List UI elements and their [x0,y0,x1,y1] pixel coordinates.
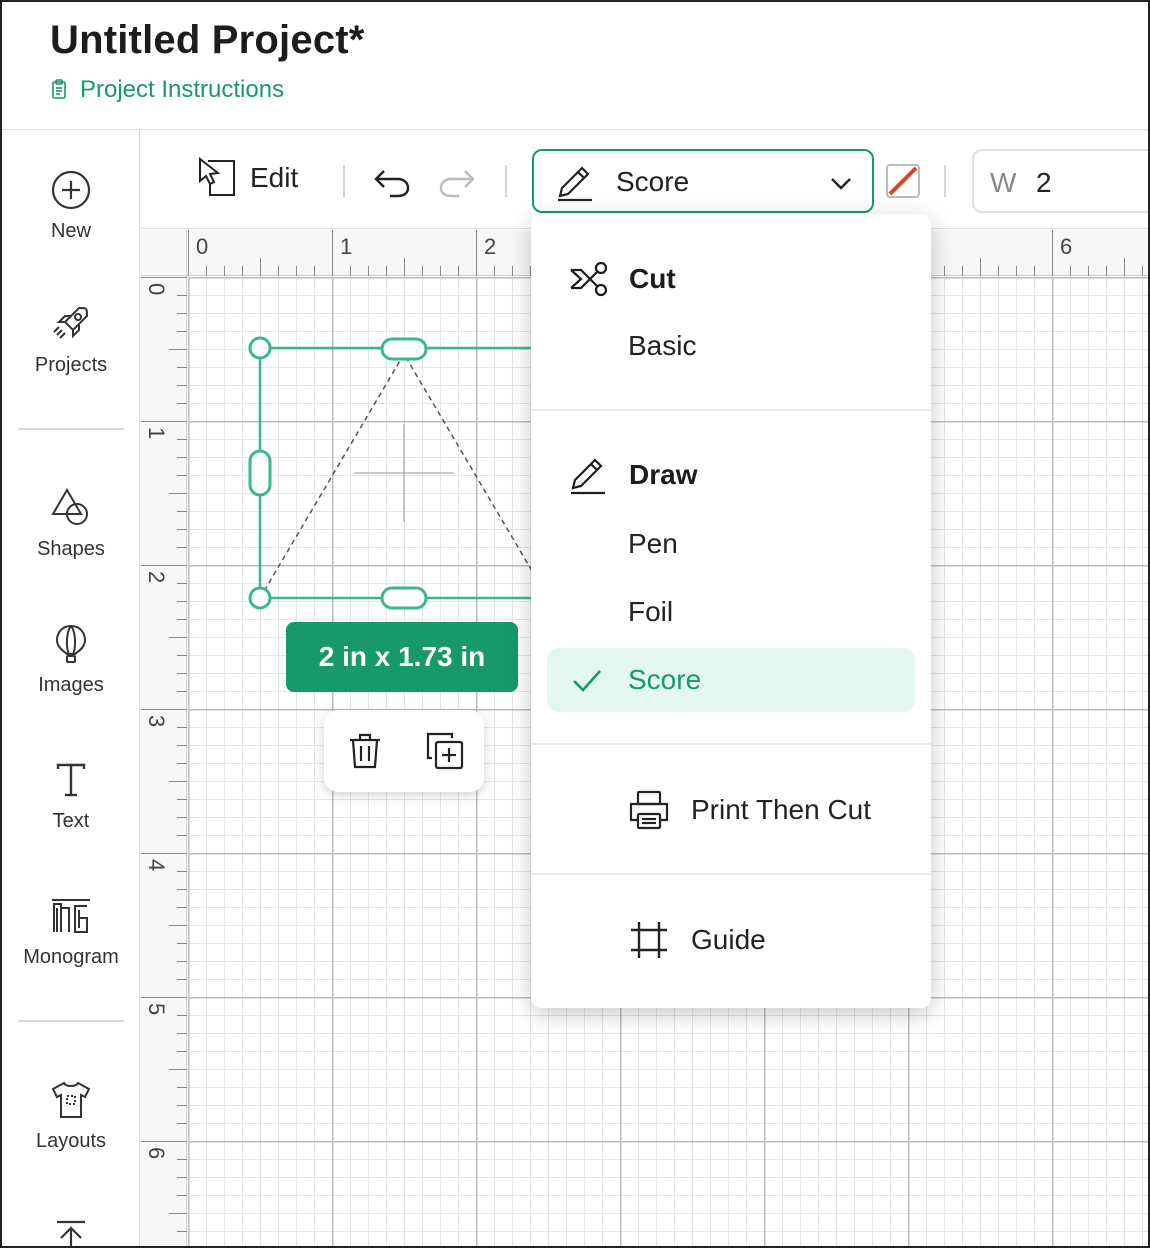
redo-icon[interactable] [437,161,477,201]
ruler-left-number: 0 [144,283,169,296]
sidebar-item-label: New [50,220,91,242]
operation-option-pen[interactable]: Pen [547,512,915,576]
sidebar-item-label: Monogram [23,946,119,968]
operation-dropdown: Cut Basic Draw Pen Foil Score Print Then… [531,214,931,1008]
sidebar-item-shapes[interactable]: Shapes [2,486,140,561]
operation-select[interactable]: Score [532,149,874,213]
app-window: Untitled Project* Project Instructions N… [0,0,1150,1248]
option-label: Basic [628,330,697,361]
dimensions-badge: 2 in x 1.73 in [286,622,518,692]
pen-icon [571,458,605,495]
width-value: 2 [1036,167,1052,198]
balloon-icon [55,624,87,663]
option-label: Guide [691,924,766,955]
operation-option-guide[interactable]: Guide [627,918,766,962]
ruler-top-number: 1 [340,234,353,259]
option-label: Print Then Cut [691,794,872,825]
sidebar-item-label: Projects [34,354,108,376]
ruler-left-number: 4 [144,859,169,872]
ruler-left: 0 1 2 3 4 5 6 [141,230,187,1246]
monogram-icon [52,899,90,933]
crop-guide-icon [631,922,667,958]
undo-icon[interactable] [372,161,412,201]
operation-value: Score [616,166,690,197]
sidebar-divider [18,1020,124,1022]
sidebar-item-layouts[interactable]: Layouts [2,1078,140,1153]
toolbar-separator [343,165,345,197]
plus-circle-icon [51,170,91,210]
left-sidebar: New Projects Shapes Images Text Monogram… [2,130,140,1246]
project-instructions-label: Project Instructions [80,76,285,103]
pen-icon [558,166,592,202]
tshirt-icon [51,1081,91,1118]
shapes-icon [51,488,88,525]
option-label: Pen [628,528,678,559]
ruler-left-number: 3 [144,715,169,728]
ruler-top-number: 0 [196,234,209,259]
sidebar-item-label: Images [38,674,104,696]
scissors-icon [570,261,608,297]
project-instructions-link[interactable]: Project Instructions [50,76,284,104]
trash-icon[interactable] [344,730,386,772]
upload-icon [57,1220,85,1246]
toolbar-separator [944,165,946,197]
menu-divider [531,743,931,745]
object-actions [324,710,484,792]
draw-group-heading: Draw [567,454,697,496]
sidebar-item-label: Text [52,810,90,832]
text-icon [56,763,86,797]
duplicate-icon[interactable] [424,730,466,772]
chevron-down-icon [831,178,851,190]
ruler-left-number: 1 [144,427,169,440]
sidebar-item-new[interactable]: New [2,168,140,243]
draw-heading-label: Draw [629,459,698,490]
toolbar-separator [505,165,507,197]
operation-option-foil[interactable]: Foil [547,580,915,644]
width-label: W [990,167,1017,198]
edit-label: Edit [250,162,299,193]
line-color-swatch[interactable] [886,164,920,198]
sidebar-item-monogram[interactable]: Monogram [2,894,140,969]
operation-option-score[interactable]: Score [547,648,915,712]
option-label: Score [628,664,702,695]
operation-option-basic[interactable]: Basic [547,314,915,378]
cut-heading-label: Cut [629,263,676,294]
sidebar-divider [18,428,124,430]
printer-icon [629,790,669,830]
sidebar-item-upload[interactable] [2,1216,140,1246]
sidebar-item-images[interactable]: Images [2,622,140,697]
ruler-top-number: 2 [484,234,497,259]
edit-cursor-icon [199,157,235,196]
sidebar-item-projects[interactable]: Projects [2,302,140,377]
ruler-left-number: 5 [144,1003,169,1016]
width-field[interactable]: W 2 [972,149,1148,213]
sidebar-item-text[interactable]: Text [2,758,140,833]
project-header: Untitled Project* Project Instructions [2,2,1148,130]
sidebar-item-label: Layouts [35,1130,107,1152]
check-icon [573,670,601,692]
menu-divider [531,409,931,411]
ruler-left-number: 2 [144,571,169,584]
menu-divider [531,873,931,875]
color-slash-icon [888,166,918,196]
option-label: Foil [628,596,674,627]
edit-button[interactable]: Edit [196,157,298,199]
ruler-corner [141,230,187,276]
ruler-left-ticks [141,277,187,1232]
project-title: Untitled Project* [50,18,365,62]
sidebar-item-label: Shapes [37,538,105,560]
clipboard-icon [52,79,66,99]
cut-group-heading: Cut [567,258,676,300]
rocket-icon [53,306,89,339]
operation-option-print-then-cut[interactable]: Print Then Cut [627,788,871,832]
ruler-top-number: 6 [1060,234,1073,259]
ruler-left-number: 6 [144,1147,169,1160]
